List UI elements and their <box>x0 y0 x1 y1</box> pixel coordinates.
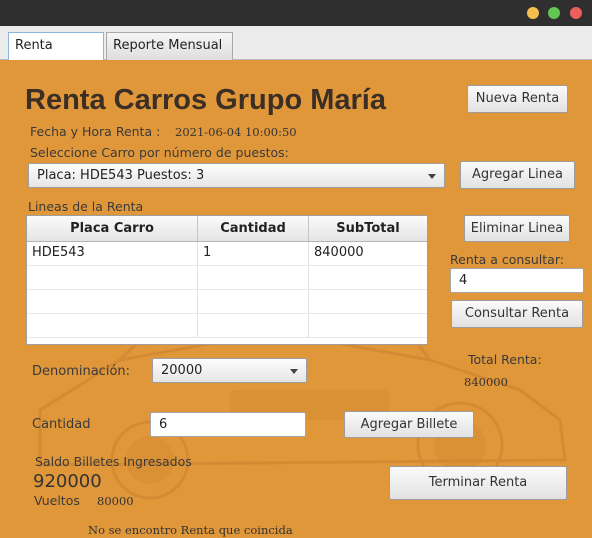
table-cell <box>198 290 309 313</box>
table-cell: HDE543 <box>27 242 198 265</box>
table-row[interactable] <box>27 266 427 290</box>
table-cell: 840000 <box>314 245 364 260</box>
nueva-renta-button[interactable]: Nueva Renta <box>467 85 568 113</box>
table-cell <box>27 266 198 289</box>
table-header: Placa Carro Cantidad SubTotal <box>27 216 427 242</box>
minimize-button[interactable] <box>527 7 539 19</box>
column-header-placa[interactable]: Placa Carro <box>27 216 198 241</box>
table-cell <box>198 314 309 337</box>
terminar-renta-button[interactable]: Terminar Renta <box>389 466 567 500</box>
status-message: No se encontro Renta que coincida <box>88 523 293 537</box>
tab-renta-carros[interactable]: Renta Carros <box>8 32 104 79</box>
total-renta-value: 840000 <box>464 375 508 389</box>
page-title: Renta Carros Grupo María <box>25 84 386 116</box>
carro-select-value: Placa: HDE543 Puestos: 3 <box>37 168 205 183</box>
fecha-label: Fecha y Hora Renta : <box>30 124 161 139</box>
chevron-down-icon <box>428 173 436 179</box>
column-header-cantidad[interactable]: Cantidad <box>198 216 309 241</box>
renta-consultar-input[interactable]: 4 <box>450 268 584 293</box>
cantidad-label: Cantidad <box>32 417 91 432</box>
renta-consultar-label: Renta a consultar: <box>450 252 564 267</box>
saldo-label: Saldo Billetes Ingresados <box>35 454 192 469</box>
cantidad-input[interactable]: 6 <box>150 412 306 437</box>
carro-select[interactable]: Placa: HDE543 Puestos: 3 <box>28 163 445 188</box>
table-row[interactable] <box>27 290 427 314</box>
table-cell <box>27 314 198 337</box>
renta-carros-panel: Renta Carros Grupo María Nueva Renta Fec… <box>0 60 592 538</box>
vueltos-value: 80000 <box>97 494 134 508</box>
fecha-value: 2021-06-04 10:00:50 <box>175 125 297 139</box>
table-cell <box>309 290 427 313</box>
consultar-renta-button[interactable]: Consultar Renta <box>451 300 583 328</box>
eliminar-linea-button[interactable]: Eliminar Linea <box>464 215 570 242</box>
lineas-renta-label: Lineas de la Renta <box>28 199 144 214</box>
table-row[interactable]: HDE543 1 840000 <box>27 242 427 266</box>
column-header-subtotal[interactable]: SubTotal <box>309 216 427 241</box>
table-row[interactable] <box>27 314 427 338</box>
seleccione-carro-label: Seleccione Carro por número de puestos: <box>30 145 289 160</box>
denominacion-label: Denominación: <box>32 364 131 379</box>
denominacion-select-value: 20000 <box>161 363 203 378</box>
vueltos-label: Vueltos <box>34 493 80 508</box>
table-cell <box>27 290 198 313</box>
tab-reporte-mensual[interactable]: Reporte Mensual <box>106 32 233 60</box>
table-cell: 1 <box>198 242 309 265</box>
close-button[interactable] <box>570 7 582 19</box>
saldo-value: 920000 <box>33 471 102 492</box>
chevron-down-icon <box>290 368 298 374</box>
table-cell <box>198 266 309 289</box>
table-cell <box>309 314 427 337</box>
denominacion-select[interactable]: 20000 <box>152 358 307 383</box>
window-titlebar <box>0 0 592 26</box>
maximize-button[interactable] <box>548 7 560 19</box>
total-renta-label: Total Renta: <box>468 352 542 367</box>
tab-strip: Renta Carros Reporte Mensual <box>0 26 592 79</box>
table-cell <box>309 266 427 289</box>
agregar-billete-button[interactable]: Agregar Billete <box>344 411 474 438</box>
lineas-renta-table[interactable]: Placa Carro Cantidad SubTotal HDE543 1 8… <box>26 215 428 345</box>
agregar-linea-button[interactable]: Agregar Linea <box>460 161 575 189</box>
